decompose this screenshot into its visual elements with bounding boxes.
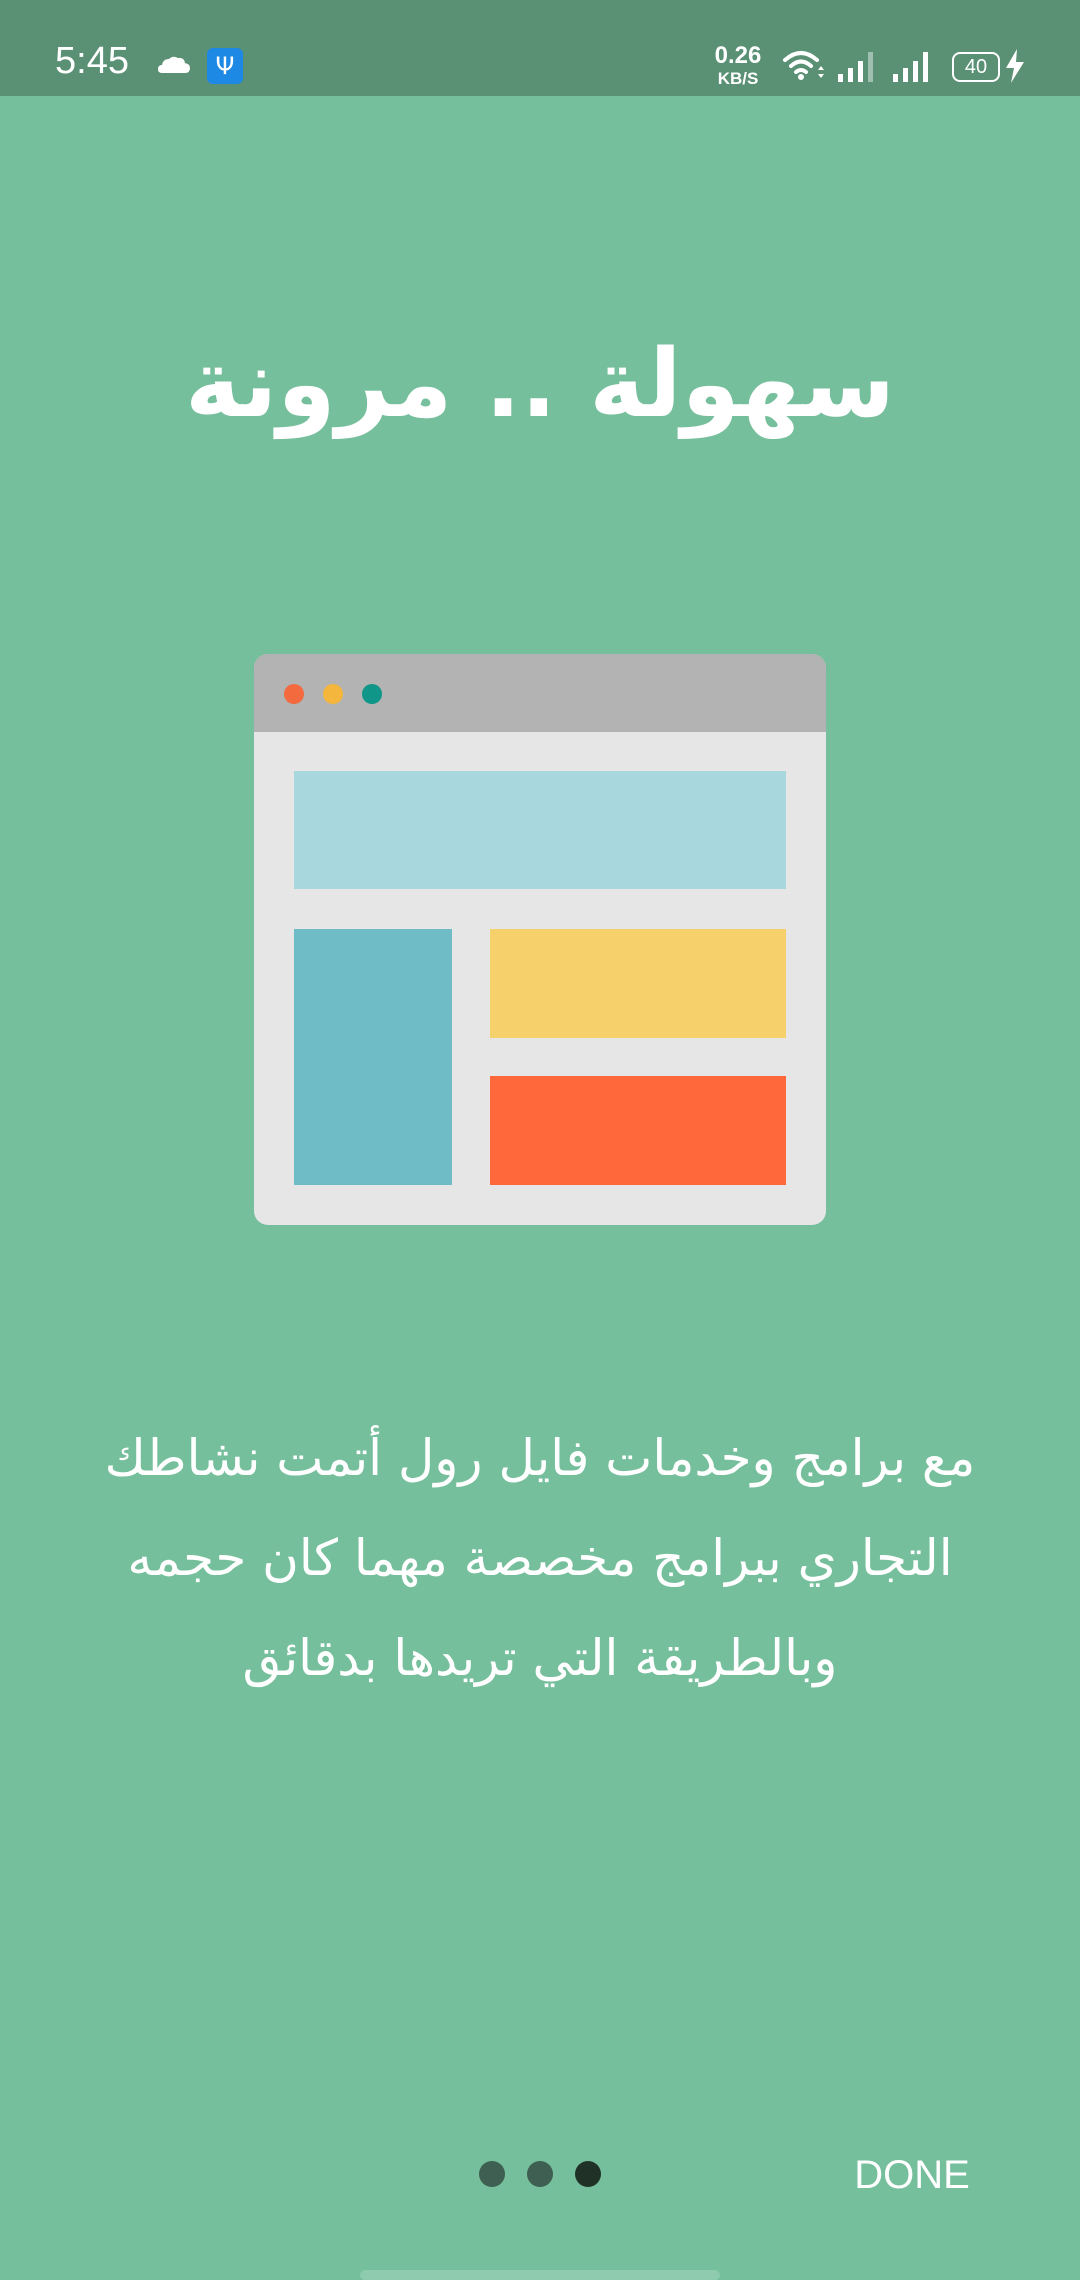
- network-speed: 0.26 KB/S: [712, 42, 764, 88]
- usb-debug-icon: Ψ: [207, 48, 243, 84]
- window-maximize-dot: [362, 684, 382, 704]
- window-title-bar: [254, 654, 826, 732]
- description-line: وبالطريقة التي تريدها بدقائق: [242, 1629, 838, 1687]
- status-bar: 5:45 Ψ 0.26 KB/S 40: [0, 0, 1080, 96]
- charging-icon: [1006, 49, 1024, 83]
- page-indicator-dot[interactable]: [479, 2161, 505, 2187]
- onboarding-description: مع برامج وخدمات فايل رول أتمت نشاطك التج…: [60, 1408, 1020, 1708]
- signal-icon: [838, 52, 873, 82]
- signal-icon: [893, 52, 928, 82]
- onboarding-title: سهولة .. مرونة: [184, 330, 895, 439]
- page-indicator-dot-active[interactable]: [575, 2161, 601, 2187]
- sidebar-block: [294, 929, 452, 1185]
- battery-icon: 40: [952, 52, 1000, 82]
- wifi-icon: [783, 51, 824, 80]
- window-close-dot: [284, 684, 304, 704]
- network-speed-value: 0.26: [714, 42, 762, 69]
- description-line: التجاري ببرامج مخصصة مهما كان حجمه: [127, 1529, 953, 1587]
- description-line: مع برامج وخدمات فايل رول أتمت نشاطك: [104, 1429, 976, 1487]
- header-block: [294, 771, 786, 889]
- status-time: 5:45: [55, 40, 129, 82]
- cloud-icon: [158, 56, 190, 73]
- content-block-orange: [490, 1076, 786, 1185]
- window-minimize-dot: [323, 684, 343, 704]
- content-block-yellow: [490, 929, 786, 1038]
- network-speed-unit: KB/S: [717, 69, 759, 88]
- gesture-nav-handle[interactable]: [360, 2270, 720, 2280]
- onboarding-screen: 5:45 Ψ 0.26 KB/S 40 سهولة .. مرونة مع بر…: [0, 0, 1080, 2280]
- page-indicator-dot[interactable]: [527, 2161, 553, 2187]
- browser-window-illustration: [254, 654, 826, 1225]
- done-button[interactable]: DONE: [842, 2148, 982, 2202]
